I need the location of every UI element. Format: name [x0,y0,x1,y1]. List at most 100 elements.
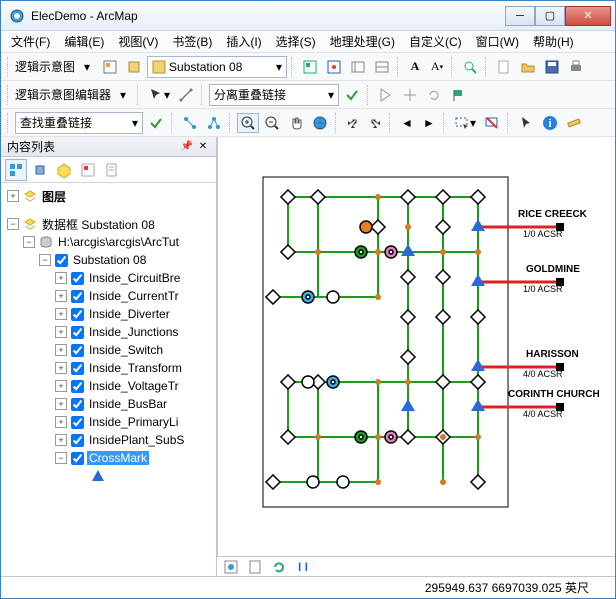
tool-save[interactable] [541,57,563,77]
tree-layer[interactable]: +Inside_Diverter [3,305,214,323]
toc-pin-icon[interactable]: 📌 [180,140,194,154]
tool-open[interactable] [517,57,539,77]
toc-tab-source[interactable] [29,159,51,181]
tool-print[interactable] [565,57,587,77]
full-extent-tool[interactable] [309,113,331,133]
tree-root-layers[interactable]: + 图层 [3,187,214,205]
layer-checkbox[interactable] [71,344,84,357]
tree-layer[interactable]: +Inside_Switch [3,341,214,359]
schematic-tool-1[interactable] [99,57,121,77]
toc-tab-drawing-order[interactable] [5,159,27,181]
tree-layer[interactable]: +Inside_Transform [3,359,214,377]
maximize-button[interactable]: ▢ [535,6,565,26]
tree-layer[interactable]: +Inside_Junctions [3,323,214,341]
menu-file[interactable]: 文件(F) [5,31,56,52]
toc-tab-selection[interactable] [77,159,99,181]
schematic-editor-menu[interactable]: 逻辑示意图编辑器 [15,86,111,103]
find-combo-value: 查找重叠链接 [20,114,92,131]
pause-draw[interactable]: I I [293,557,313,577]
tree-layer[interactable]: +Inside_BusBar [3,395,214,413]
layout-apply[interactable] [341,85,363,105]
data-view-tab[interactable] [221,557,241,577]
find-apply[interactable] [145,113,167,133]
menu-bookmarks[interactable]: 书签(B) [166,31,218,52]
menu-view[interactable]: 视图(V) [112,31,164,52]
edit-move[interactable] [399,85,421,105]
dropdown-arrow-icon[interactable]: ▾ [77,57,97,77]
zoom-out-tool[interactable] [261,113,283,133]
tree-layer[interactable]: −CrossMark [3,449,214,467]
layer-checkbox[interactable] [71,308,84,321]
edit-tool-pointer[interactable]: ▾ [145,85,173,105]
toc-title: 内容列表 [7,138,178,155]
layer-checkbox[interactable] [71,380,84,393]
tree-layer[interactable]: +Inside_CurrentTr [3,287,214,305]
toc-tab-options[interactable] [101,159,123,181]
pointer-tool[interactable] [515,113,537,133]
layer-label: Inside_BusBar [87,397,169,411]
toc-tab-visibility[interactable] [53,159,75,181]
dropdown-arrow-icon[interactable]: ▾ [113,85,133,105]
refresh-view[interactable] [269,557,289,577]
close-button[interactable]: ✕ [565,6,611,26]
layer-checkbox[interactable] [71,362,84,375]
menu-window[interactable]: 窗口(W) [470,31,525,52]
map-canvas[interactable]: RICE CREECK 1/0 ACSR GOLDMINE 1/0 ACSR H… [217,137,615,556]
layout-view-tab[interactable] [245,557,265,577]
menu-geoprocessing[interactable]: 地理处理(G) [324,31,401,52]
measure-tool[interactable] [563,113,585,133]
tree-layer[interactable]: +Inside_VoltageTr [3,377,214,395]
toc-close-icon[interactable]: ✕ [196,140,210,154]
tree-feature-dataset[interactable]: − Substation 08 [3,251,214,269]
tree-layer[interactable]: +Inside_PrimaryLi [3,413,214,431]
tool-font-a2[interactable]: A▾ [427,57,447,77]
net-tool-1[interactable] [179,113,201,133]
clear-select[interactable] [481,113,503,133]
layer-checkbox[interactable] [71,398,84,411]
substation-combo[interactable]: Substation 08 ▾ [147,56,287,78]
layout-combo[interactable]: 分离重叠链接 ▾ [209,84,339,106]
menu-edit[interactable]: 编辑(E) [58,31,110,52]
menu-customize[interactable]: 自定义(C) [403,31,468,52]
feeder-label: CORINTH CHURCH [508,389,600,400]
prev-extent[interactable]: ◄ [397,113,417,133]
edit-flag[interactable] [447,85,469,105]
tool-layout-1[interactable] [347,57,369,77]
menu-help[interactable]: 帮助(H) [527,31,580,52]
layer-checkbox[interactable] [71,326,84,339]
net-tool-2[interactable] [203,113,225,133]
pan-tool[interactable] [285,113,307,133]
toc-tree[interactable]: + 图层 − 数据框 Substation 08 − H:\arcgis\arc… [1,183,216,576]
menu-select[interactable]: 选择(S) [270,31,322,52]
tool-font-a1[interactable]: A [405,57,425,77]
tool-search[interactable] [459,57,481,77]
minimize-button[interactable]: ─ [505,6,535,26]
schematic-tool-2[interactable] [123,57,145,77]
menu-insert[interactable]: 插入(I) [220,31,267,52]
edit-tool-line[interactable] [175,85,197,105]
tree-dataframe[interactable]: − 数据框 Substation 08 [3,215,214,233]
tree-gdb[interactable]: − H:\arcgis\arcgis\ArcTut [3,233,214,251]
layer-checkbox[interactable] [71,290,84,303]
layer-checkbox[interactable] [71,272,84,285]
layer-checkbox[interactable] [71,416,84,429]
find-combo[interactable]: 查找重叠链接 ▾ [15,112,143,134]
tool-highlight[interactable] [323,57,345,77]
tool-layout-2[interactable] [371,57,393,77]
fixed-zoom-in[interactable] [343,113,363,133]
edit-rotate[interactable] [423,85,445,105]
select-tool[interactable]: ▾ [451,113,479,133]
layer-checkbox[interactable] [71,452,84,465]
zoom-in-tool[interactable] [237,113,259,133]
identify-tool[interactable]: i [539,113,561,133]
layer-checkbox[interactable] [71,434,84,447]
tool-select-features[interactable] [299,57,321,77]
edit-arrow[interactable] [375,85,397,105]
next-extent[interactable]: ► [419,113,439,133]
fixed-zoom-out[interactable] [365,113,385,133]
schematic-menu[interactable]: 逻辑示意图 [15,58,75,75]
layer-checkbox[interactable] [55,254,68,267]
tree-layer[interactable]: +InsidePlant_SubS [3,431,214,449]
tool-new[interactable] [493,57,515,77]
tree-layer[interactable]: +Inside_CircuitBre [3,269,214,287]
